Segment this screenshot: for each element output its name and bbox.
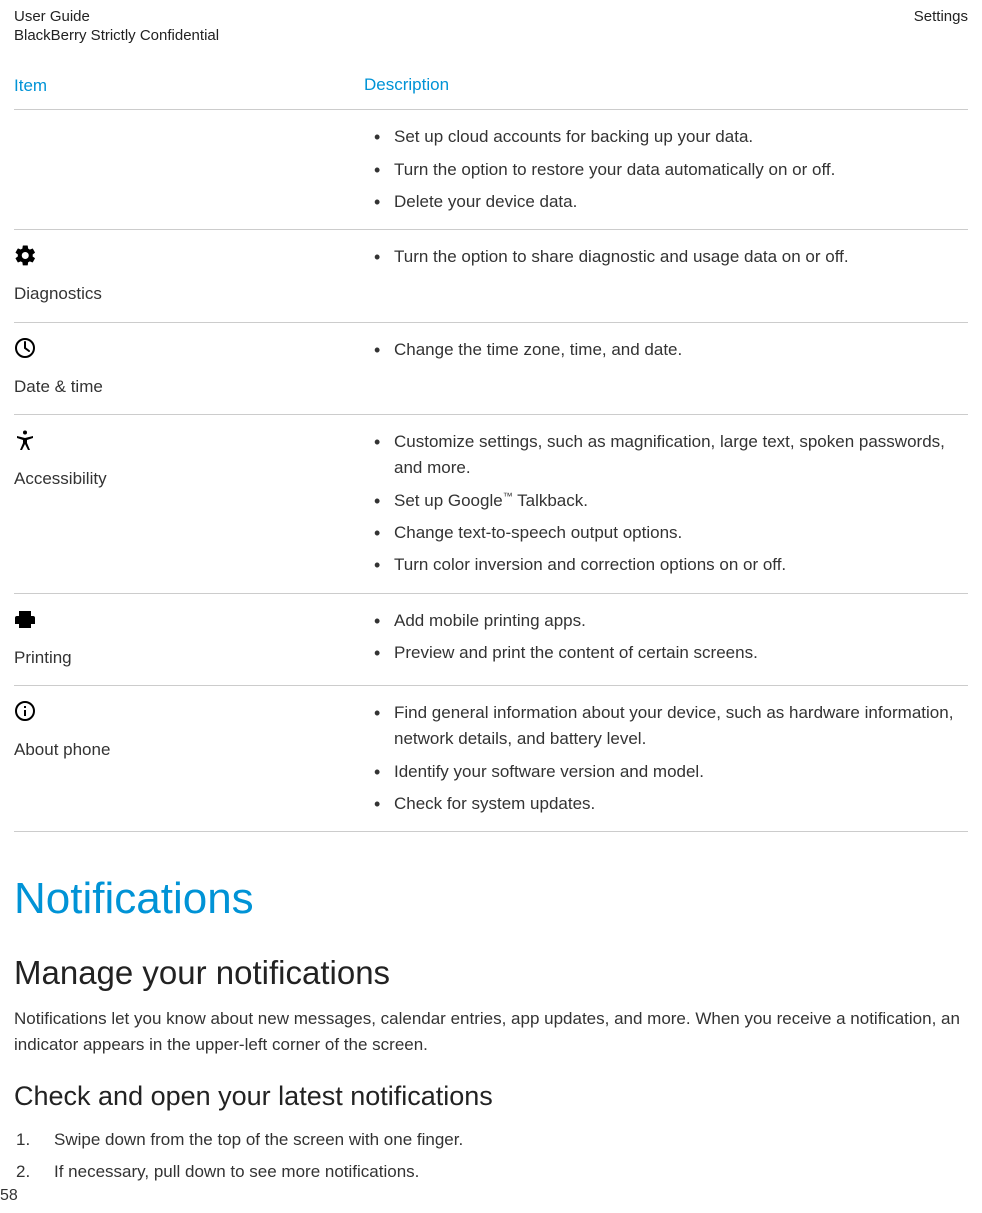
steps-list: Swipe down from the top of the screen wi… — [14, 1126, 968, 1187]
description-bullet: Change text-to-speech output options. — [364, 520, 968, 546]
description-bullet: Turn the option to restore your data aut… — [364, 157, 968, 183]
table-cell-description: Add mobile printing apps. Preview and pri… — [364, 608, 968, 671]
description-bullet: Identify your software version and model… — [364, 759, 968, 785]
description-bullet: Set up Google™ Talkback. — [364, 488, 968, 514]
th-description: Description — [364, 72, 968, 99]
item-label: Printing — [14, 644, 364, 671]
table-cell-item: Printing — [14, 608, 364, 671]
table-cell-description: Set up cloud accounts for backing up you… — [364, 124, 968, 215]
description-bullet: Set up cloud accounts for backing up you… — [364, 124, 968, 150]
description-bullet: Check for system updates. — [364, 791, 968, 817]
table-header-row: Item Description — [14, 72, 968, 110]
info-icon — [14, 700, 364, 730]
paragraph-notifications-intro: Notifications let you know about new mes… — [14, 1006, 968, 1057]
table-row: PrintingAdd mobile printing apps. Preview… — [14, 594, 968, 686]
clock-icon — [14, 337, 364, 367]
subsection-heading-manage: Manage your notifications — [14, 954, 968, 992]
table-cell-description: Find general information about your devi… — [364, 700, 968, 817]
description-bullet: Find general information about your devi… — [364, 700, 968, 753]
page-header: User Guide BlackBerry Strictly Confident… — [14, 0, 968, 44]
step-item: If necessary, pull down to see more noti… — [14, 1158, 968, 1187]
description-bullet: Add mobile printing apps. — [364, 608, 968, 634]
description-list: Set up cloud accounts for backing up you… — [364, 124, 968, 215]
description-bullet: Turn the option to share diagnostic and … — [364, 244, 968, 270]
table-cell-item: Diagnostics — [14, 244, 364, 307]
table-cell-description: Customize settings, such as magnificatio… — [364, 429, 968, 579]
item-label: Date & time — [14, 373, 364, 400]
header-right: Settings — [914, 8, 968, 44]
step-item: Swipe down from the top of the screen wi… — [14, 1126, 968, 1155]
table-row: Set up cloud accounts for backing up you… — [14, 110, 968, 230]
item-label: About phone — [14, 736, 364, 763]
table-cell-item — [14, 124, 364, 215]
accessibility-icon — [14, 429, 364, 459]
description-bullet: Turn color inversion and correction opti… — [364, 552, 968, 578]
table-row: Date & timeChange the time zone, time, a… — [14, 323, 968, 415]
header-left-line2: BlackBerry Strictly Confidential — [14, 27, 219, 44]
table-row: AccessibilityCustomize settings, such as… — [14, 415, 968, 594]
page-number: 58 — [0, 1187, 18, 1205]
table-cell-item: Date & time — [14, 337, 364, 400]
description-bullet: Preview and print the content of certain… — [364, 640, 968, 666]
header-left-line1: User Guide — [14, 8, 219, 25]
item-label: Accessibility — [14, 465, 364, 492]
description-list: Add mobile printing apps. Preview and pri… — [364, 608, 968, 667]
description-bullet: Customize settings, such as magnificatio… — [364, 429, 968, 482]
item-label: Diagnostics — [14, 280, 364, 307]
description-bullet: Delete your device data. — [364, 189, 968, 215]
th-item: Item — [14, 72, 364, 99]
description-list: Find general information about your devi… — [364, 700, 968, 817]
table-cell-item: Accessibility — [14, 429, 364, 579]
printer-icon — [14, 608, 364, 638]
gear-icon — [14, 244, 364, 274]
section-heading-notifications: Notifications — [14, 874, 968, 924]
table-cell-description: Turn the option to share diagnostic and … — [364, 244, 968, 307]
table-cell-description: Change the time zone, time, and date. — [364, 337, 968, 400]
description-list: Customize settings, such as magnificatio… — [364, 429, 968, 579]
table-cell-item: About phone — [14, 700, 364, 817]
table-row: About phoneFind general information abou… — [14, 686, 968, 832]
settings-table: Item Description Set up cloud accounts f… — [14, 72, 968, 832]
subsection-heading-check: Check and open your latest notifications — [14, 1081, 968, 1112]
table-row: DiagnosticsTurn the option to share diag… — [14, 230, 968, 322]
description-bullet: Change the time zone, time, and date. — [364, 337, 968, 363]
description-list: Change the time zone, time, and date. — [364, 337, 968, 363]
description-list: Turn the option to share diagnostic and … — [364, 244, 968, 270]
